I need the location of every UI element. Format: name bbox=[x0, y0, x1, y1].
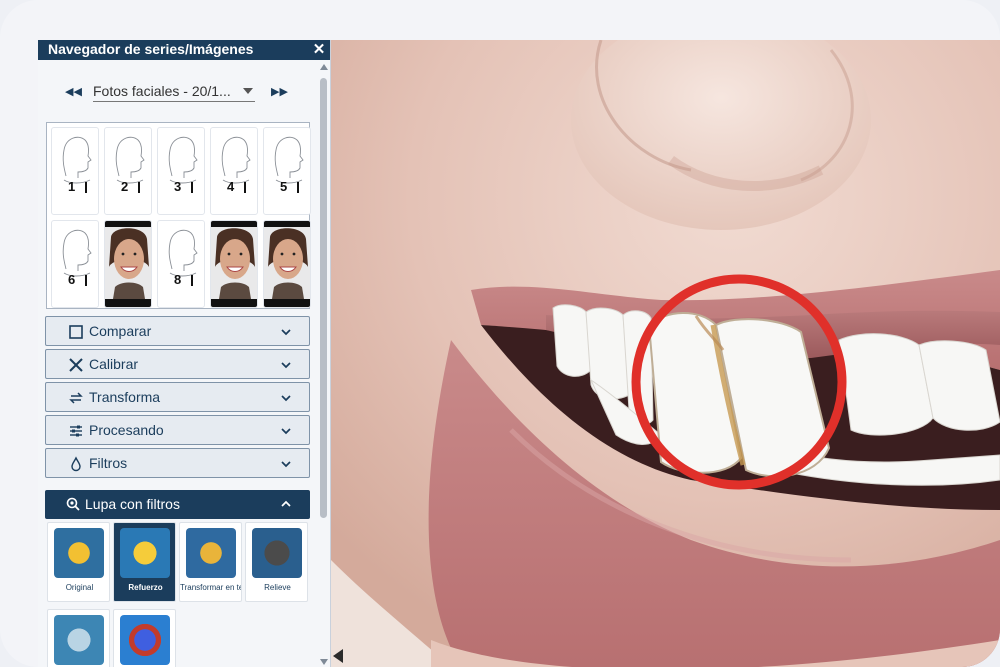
chevron-down-icon bbox=[281, 329, 291, 336]
filter-preview bbox=[252, 528, 302, 578]
magnifier-icon bbox=[66, 497, 80, 511]
filter-preview bbox=[54, 615, 104, 665]
square-icon bbox=[68, 324, 84, 340]
filter-option-1[interactable]: Original bbox=[47, 522, 110, 602]
filter-option-3[interactable]: Transformar en tex bbox=[179, 522, 242, 602]
close-icon[interactable]: ✕ bbox=[312, 40, 326, 59]
filter-label: Relieve bbox=[264, 583, 291, 592]
thumbnail-1[interactable]: 1 bbox=[51, 127, 99, 215]
section-comparar[interactable]: Comparar bbox=[45, 316, 310, 346]
thumbnail-6[interactable]: 6 bbox=[51, 220, 99, 308]
thumbnail-number: 6 bbox=[68, 272, 76, 287]
thumbnail-3[interactable]: 3 bbox=[157, 127, 205, 215]
thumbnail-grid: 1 2 3 4 5 6 8 bbox=[46, 122, 311, 309]
lupa-filters-header[interactable]: Lupa con filtros bbox=[45, 490, 310, 519]
thumbnail-2[interactable]: 2 bbox=[104, 127, 152, 215]
chevron-down-icon bbox=[281, 362, 291, 369]
thumbnail-5[interactable]: 5 bbox=[263, 127, 311, 215]
thumbnail-number: 2 bbox=[121, 179, 129, 194]
thumbnail-number: 4 bbox=[227, 179, 235, 194]
filter-option-5[interactable]: Colorear bbox=[47, 609, 110, 667]
section-label: Calibrar bbox=[89, 356, 139, 372]
section-transforma[interactable]: Transforma bbox=[45, 382, 310, 412]
filter-options: Original Refuerzo Transformar en tex Reliev… bbox=[45, 519, 310, 667]
section-filtros[interactable]: Filtros bbox=[45, 448, 310, 478]
scroll-down-icon[interactable] bbox=[320, 659, 328, 665]
lupa-filters-label: Lupa con filtros bbox=[85, 496, 180, 512]
filter-option-2[interactable]: Refuerzo bbox=[113, 522, 176, 602]
filter-option-4[interactable]: Relieve bbox=[245, 522, 308, 602]
thumbnail-marker bbox=[85, 275, 87, 286]
thumbnail-number: 8 bbox=[174, 272, 182, 287]
app-window: Navegador de series/Imágenes ✕ ◀◀ Fotos … bbox=[38, 40, 1000, 667]
thumbnail-marker bbox=[244, 182, 246, 193]
series-select-value: Fotos faciales - 20/1... bbox=[93, 83, 231, 99]
double-right-arrow-icon[interactable]: ▶▶ bbox=[271, 85, 288, 98]
filter-preview bbox=[186, 528, 236, 578]
thumbnail-10[interactable] bbox=[263, 220, 311, 308]
filter-label: Original bbox=[65, 583, 94, 592]
chevron-down-icon bbox=[281, 395, 291, 402]
thumbnail-marker bbox=[191, 275, 193, 286]
filter-preview bbox=[120, 528, 170, 578]
filter-preview bbox=[54, 528, 104, 578]
series-navigator-panel: Navegador de series/Imágenes ✕ ◀◀ Fotos … bbox=[38, 40, 331, 667]
thumbnail-marker bbox=[138, 182, 140, 193]
thumbnail-marker bbox=[85, 182, 87, 193]
panel-header: Navegador de series/Imágenes ✕ bbox=[38, 40, 330, 60]
section-label: Filtros bbox=[89, 455, 128, 471]
section-label: Procesando bbox=[89, 422, 164, 438]
chevron-down-icon bbox=[243, 88, 253, 94]
double-left-arrow-icon[interactable]: ◀◀ bbox=[65, 85, 82, 98]
thumbnail-4[interactable]: 4 bbox=[210, 127, 258, 215]
section-label: Comparar bbox=[89, 323, 152, 339]
thumbnail-9[interactable] bbox=[210, 220, 258, 308]
thumbnail-marker bbox=[191, 182, 193, 193]
image-viewer[interactable] bbox=[331, 40, 1000, 667]
thumbnail-number: 5 bbox=[280, 179, 288, 194]
thumbnail-7[interactable] bbox=[104, 220, 152, 308]
panel-scrollbar[interactable] bbox=[317, 60, 330, 667]
series-navigation: ◀◀ Fotos faciales - 20/1... ▶▶ bbox=[38, 82, 318, 104]
screenshot-frame: Navegador de series/Imágenes ✕ ◀◀ Fotos … bbox=[0, 0, 1000, 667]
series-select[interactable]: Fotos faciales - 20/1... bbox=[93, 83, 255, 102]
filter-label: Refuerzo bbox=[128, 583, 163, 592]
filter-preview bbox=[120, 615, 170, 665]
collapse-panel-arrow-icon[interactable] bbox=[333, 649, 343, 663]
drop-icon bbox=[68, 456, 84, 472]
section-calibrar[interactable]: Calibrar bbox=[45, 349, 310, 379]
section-label: Transforma bbox=[89, 389, 161, 405]
scroll-up-icon[interactable] bbox=[320, 64, 328, 70]
transform-arrows-icon bbox=[68, 390, 84, 406]
chevron-up-icon bbox=[281, 500, 291, 507]
thumbnail-8[interactable]: 8 bbox=[157, 220, 205, 308]
filter-label: Transformar en tex bbox=[180, 583, 242, 592]
thumbnail-marker bbox=[297, 182, 299, 193]
filter-option-6[interactable]: Invertir bbox=[113, 609, 176, 667]
panel-title: Navegador de series/Imágenes bbox=[48, 41, 254, 57]
chevron-down-icon bbox=[281, 461, 291, 468]
sliders-icon bbox=[68, 423, 84, 439]
thumbnail-number: 1 bbox=[68, 179, 76, 194]
section-procesando[interactable]: Procesando bbox=[45, 415, 310, 445]
thumbnail-number: 3 bbox=[174, 179, 182, 194]
scroll-thumb[interactable] bbox=[320, 78, 327, 518]
ruler-cross-icon bbox=[68, 357, 84, 373]
chevron-down-icon bbox=[281, 428, 291, 435]
smile-closeup-image bbox=[331, 40, 1000, 667]
